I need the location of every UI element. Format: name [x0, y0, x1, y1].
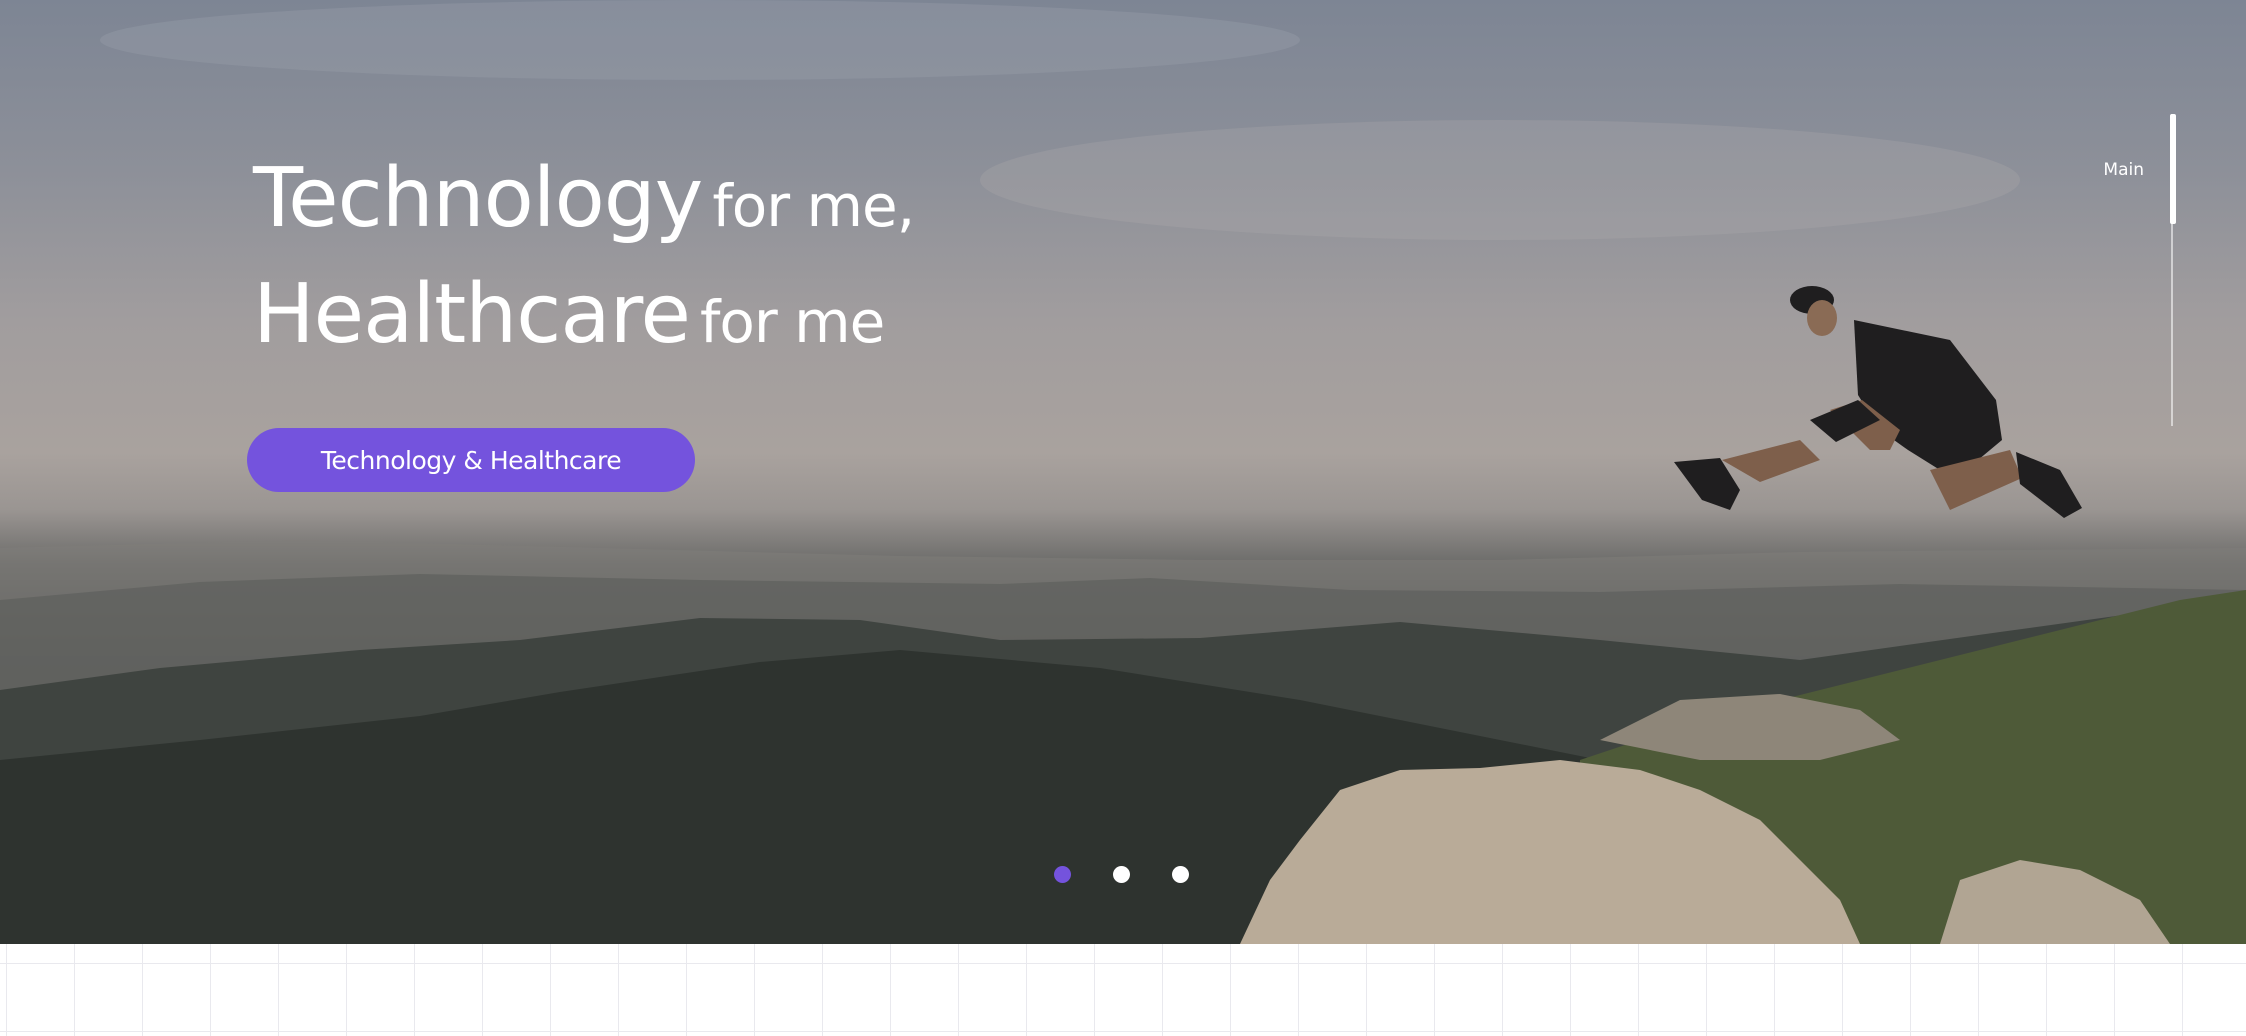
hero-banner: Technology for me, Healthcare for me Techn…	[0, 0, 2246, 944]
grid-background-section	[0, 944, 2246, 1036]
headline-technology: Technology	[253, 151, 703, 246]
hero-headline: Technology for me, Healthcare for me	[253, 158, 915, 356]
slider-dot-1[interactable]	[1054, 866, 1071, 883]
technology-healthcare-button[interactable]: Technology & Healthcare	[247, 428, 695, 492]
side-section-nav: Main	[2100, 114, 2180, 428]
headline-for-me-1: for me,	[712, 172, 915, 240]
side-nav-indicator[interactable]	[2170, 114, 2176, 224]
slider-pagination	[1054, 866, 1189, 883]
headline-line-1: Technology for me,	[253, 158, 915, 240]
slider-dot-2[interactable]	[1113, 866, 1130, 883]
headline-line-2: Healthcare for me	[253, 274, 914, 356]
side-nav-label-main[interactable]: Main	[2103, 160, 2144, 180]
slider-dot-3[interactable]	[1172, 866, 1189, 883]
headline-for-me-2: for me	[699, 288, 885, 356]
headline-healthcare: Healthcare	[253, 267, 691, 362]
